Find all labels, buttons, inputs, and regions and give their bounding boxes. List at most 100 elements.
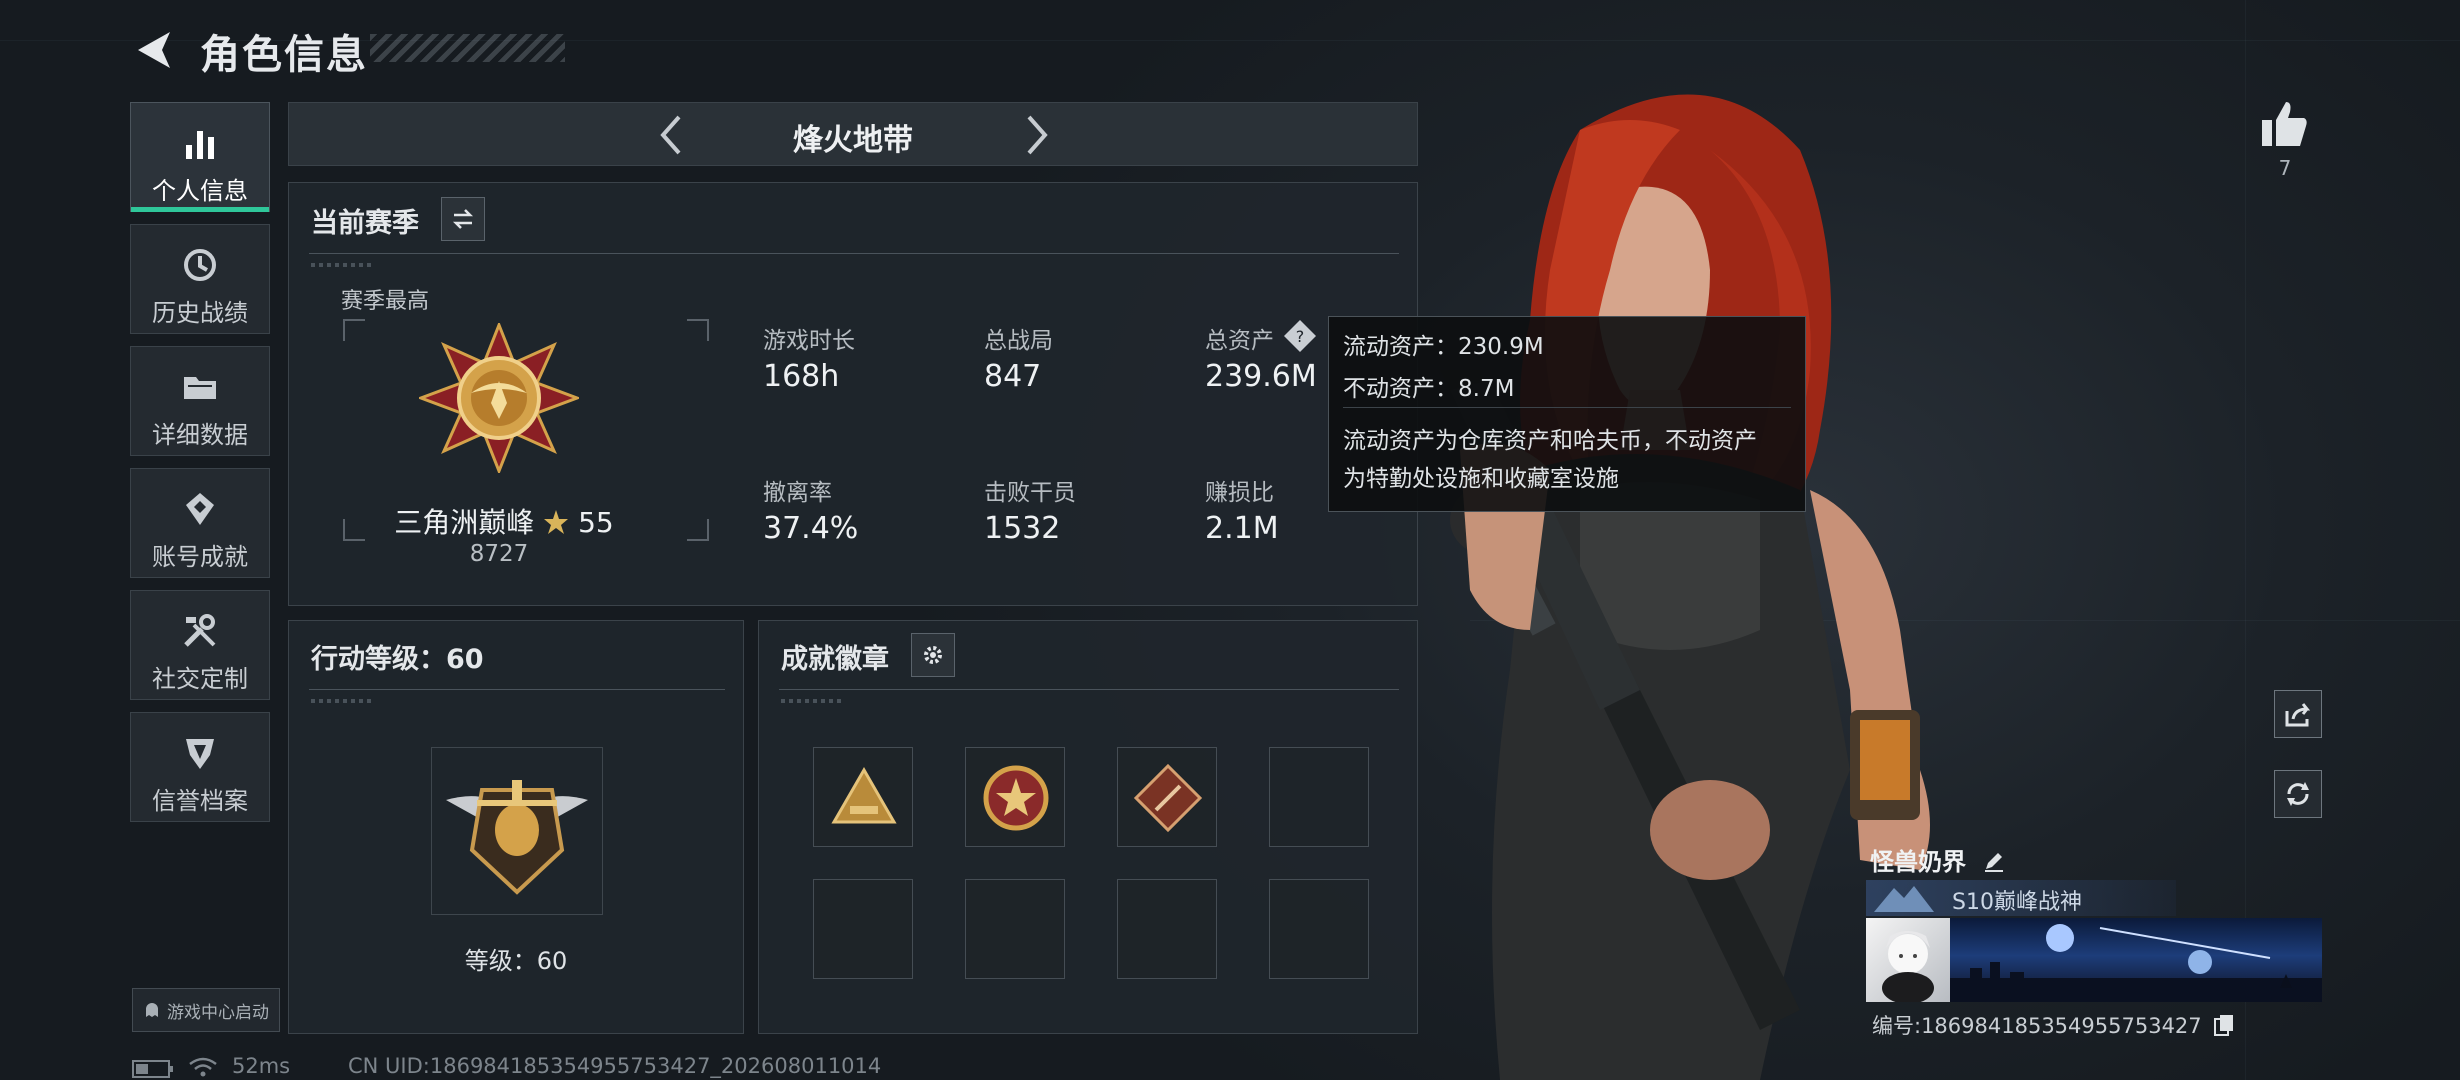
- rank-name-row: 三角洲巅峰 55: [359, 501, 649, 541]
- stat-label: 游戏时长: [763, 328, 855, 354]
- player-banner: [1866, 918, 2322, 1002]
- share-button[interactable]: [2274, 690, 2322, 738]
- stat-label: 赚损比: [1205, 480, 1274, 506]
- stat-value: 847: [984, 359, 1042, 394]
- player-name: 怪兽奶界: [1870, 848, 1966, 876]
- sidebar-item-label: 账号成就: [152, 543, 248, 571]
- gear-icon: [924, 646, 942, 664]
- badge-settings-button[interactable]: [911, 633, 955, 677]
- badge-slot-empty[interactable]: [1117, 879, 1217, 979]
- badge-slot[interactable]: [813, 747, 913, 847]
- stat-label: 总战局: [984, 328, 1053, 354]
- hud-line: [0, 40, 2460, 41]
- edit-pencil-icon[interactable]: [1982, 849, 2006, 873]
- mode-selector: 烽火地带: [288, 102, 1418, 166]
- tooltip-liquid-assets: 流动资产：230.9M: [1343, 334, 1544, 360]
- stat-label: 总资产: [1205, 328, 1274, 354]
- night-sky-banner-icon: [1950, 924, 2322, 1002]
- level-emblem-frame: [431, 747, 603, 915]
- player-id-row: 编号:1869841853549557534​27: [1872, 1010, 2234, 1040]
- back-arrow-icon[interactable]: [130, 26, 178, 74]
- shield-icon: [186, 739, 214, 769]
- level-label: 等级：60: [464, 947, 568, 975]
- decoration: [311, 263, 371, 267]
- badge-slot-empty[interactable]: [965, 879, 1065, 979]
- game-center-label: 游戏中心启动: [167, 1002, 269, 1023]
- sidebar-item-personal-info[interactable]: 个人信息: [130, 102, 270, 212]
- player-name-row: 怪兽奶界: [1870, 842, 2006, 877]
- level-panel: 行动等级：60 等级：60: [288, 620, 744, 1034]
- badges-panel: 成就徽章: [758, 620, 1418, 1034]
- asset-tooltip: 流动资产：230.9M 不动资产：8.7M 流动资产为仓库资产和哈夫币，不动资产…: [1328, 316, 1806, 512]
- sidebar-item-credit-record[interactable]: 信誉档案: [130, 712, 270, 822]
- svg-text:?: ?: [1296, 327, 1305, 346]
- level-emblem-icon: [446, 780, 588, 895]
- divider: [1343, 407, 1791, 408]
- rank-score: 8727: [469, 541, 529, 567]
- title-emblem-icon: [1874, 886, 1934, 912]
- stat-value: 168h: [763, 359, 840, 394]
- sidebar-item-label: 社交定制: [152, 665, 248, 693]
- tools-icon: [184, 614, 216, 647]
- diamond-badge-icon: [1133, 763, 1203, 833]
- level-title: 行动等级：60: [311, 644, 484, 675]
- sidebar-item-label: 历史战绩: [152, 299, 248, 327]
- page-title: 角色信息: [200, 32, 368, 78]
- folder-icon: [184, 377, 216, 399]
- copy-icon[interactable]: [2214, 1014, 2234, 1036]
- sidebar-item-detailed-data[interactable]: 详细数据: [130, 346, 270, 456]
- game-center-launch-button[interactable]: 游戏中心启动: [132, 988, 280, 1032]
- sidebar-item-achievements[interactable]: 账号成就: [130, 468, 270, 578]
- title-decoration: [370, 34, 565, 62]
- thumbs-up-icon[interactable]: [2256, 96, 2312, 152]
- season-panel: 当前赛季 赛季最高 三角洲巅峰 55 8727 游戏时长 168h 总战局 84…: [288, 182, 1418, 606]
- badge-slot-empty[interactable]: [1269, 747, 1369, 847]
- like-count: 7: [2278, 156, 2292, 180]
- divider: [309, 253, 1399, 254]
- tooltip-description: 为特勤处设施和收藏室设施: [1343, 466, 1619, 492]
- badge-slot[interactable]: [965, 747, 1065, 847]
- achievement-icon: [186, 493, 214, 525]
- tooltip-description: 流动资产为仓库资产和哈夫币，不动资产: [1343, 428, 1757, 454]
- battery-icon: [132, 1060, 173, 1078]
- badge-slot[interactable]: [1117, 747, 1217, 847]
- season-best-label: 赛季最高: [341, 289, 430, 314]
- frame-corner: [687, 519, 709, 541]
- badge-slot-empty[interactable]: [1269, 879, 1369, 979]
- stat-label: 击败干员: [984, 480, 1076, 506]
- refresh-button[interactable]: [2274, 770, 2322, 818]
- history-icon: [184, 249, 216, 281]
- stat-value: 2.1M: [1205, 511, 1279, 546]
- avatar-portrait-icon: [1882, 931, 1934, 1002]
- share-icon: [2285, 703, 2311, 727]
- bar-chart-icon: [186, 131, 214, 159]
- decoration: [781, 699, 841, 703]
- ping-value: 52ms: [232, 1054, 291, 1078]
- rank-emblem-icon: [419, 323, 579, 473]
- mountain-badge-icon: [831, 766, 897, 824]
- star-icon: [544, 510, 569, 534]
- uid-text: CN UID:1869841853549557534​27_2026080110…: [348, 1054, 882, 1078]
- stat-label: 撤离率: [763, 480, 832, 506]
- divider: [779, 689, 1399, 690]
- frame-corner: [343, 319, 365, 341]
- rank-stars: 55: [578, 506, 614, 539]
- ghost-icon: [146, 1003, 158, 1017]
- season-title: 当前赛季: [311, 208, 419, 239]
- badges-title: 成就徽章: [781, 644, 889, 675]
- sidebar-item-history[interactable]: 历史战绩: [130, 224, 270, 334]
- next-mode-arrow-icon[interactable]: [1011, 111, 1059, 159]
- tooltip-fixed-assets: 不动资产：8.7M: [1343, 376, 1515, 402]
- help-icon[interactable]: ?: [1283, 319, 1317, 353]
- sidebar-item-social-custom[interactable]: 社交定制: [130, 590, 270, 700]
- stat-value: 239.6M: [1205, 359, 1317, 394]
- refresh-icon: [2287, 782, 2309, 806]
- season-switch-button[interactable]: [441, 197, 485, 241]
- rank-name: 三角洲巅峰: [394, 506, 535, 539]
- stat-value: 37.4%: [763, 511, 859, 546]
- player-id: 编号:1869841853549557534​27: [1872, 1014, 2202, 1038]
- decoration: [311, 699, 371, 703]
- stat-value: 1532: [984, 511, 1061, 546]
- avatar: [1866, 918, 1950, 1002]
- badge-slot-empty[interactable]: [813, 879, 913, 979]
